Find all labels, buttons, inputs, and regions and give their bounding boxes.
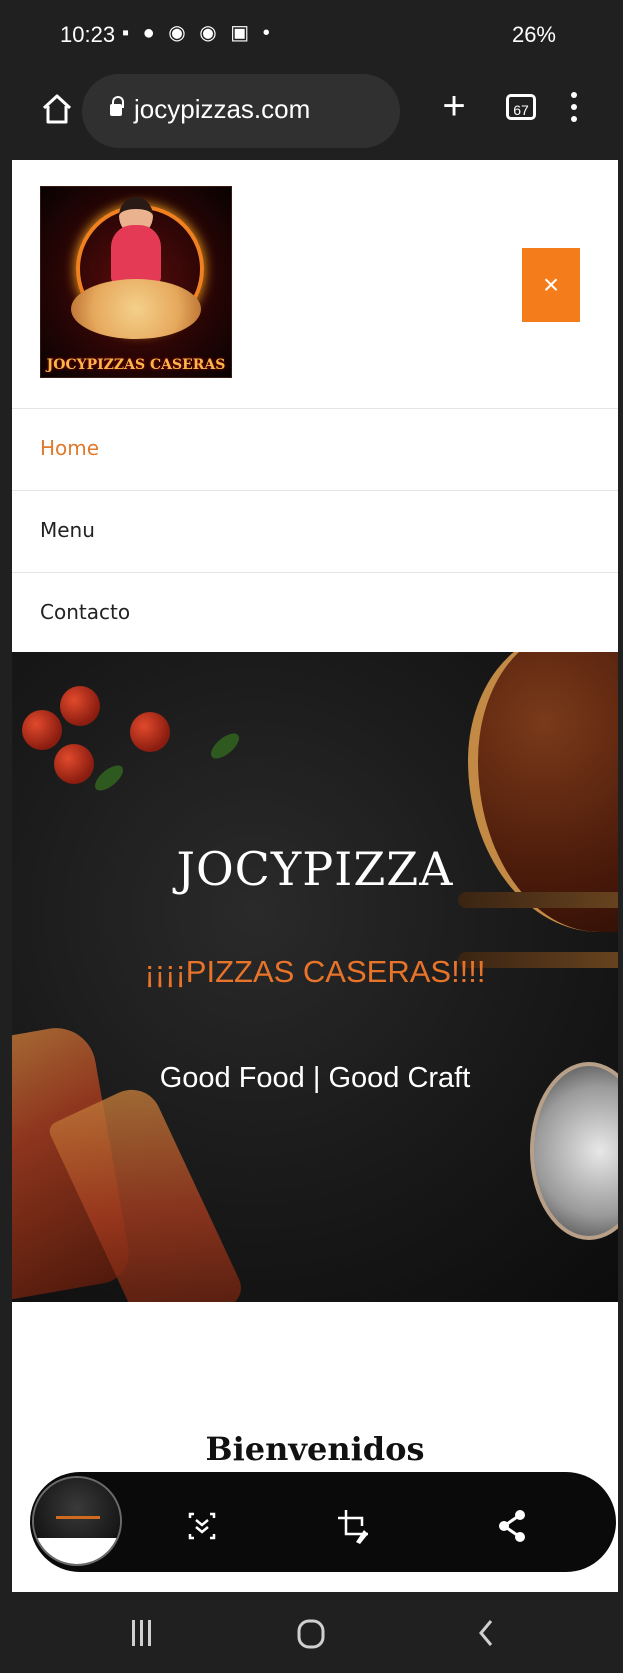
back-icon[interactable] bbox=[476, 1618, 496, 1648]
hero-subtitle: ¡¡¡¡PIZZAS CASERAS!!!! bbox=[144, 954, 486, 989]
tab-switcher-button[interactable]: 67 bbox=[506, 94, 536, 120]
nav-item-contacto[interactable]: Contacto bbox=[40, 600, 130, 624]
hero-tagline: Good Food | Good Craft bbox=[159, 1062, 471, 1094]
site-logo[interactable]: JOCYPIZZAS CASERAS bbox=[40, 186, 232, 378]
hero-title: JOCYPIZZA bbox=[176, 842, 454, 896]
scroll-capture-icon[interactable] bbox=[182, 1506, 222, 1546]
home-icon[interactable] bbox=[40, 92, 74, 126]
thumbnail-preview-bottom bbox=[34, 1538, 120, 1564]
tomato-decoration bbox=[54, 744, 94, 784]
nav-divider bbox=[12, 572, 618, 573]
site-header: JOCYPIZZAS CASERAS × bbox=[12, 160, 618, 400]
recent-apps-icon[interactable] bbox=[130, 1618, 154, 1648]
tomato-decoration bbox=[60, 686, 100, 726]
status-bar: 10:23 ▪ ● ◉ ◉ ▣ • 26% bbox=[12, 0, 618, 72]
share-icon[interactable] bbox=[492, 1506, 532, 1546]
phone-screen: 10:23 ▪ ● ◉ ◉ ▣ • 26% jocypizzas.com + 6… bbox=[12, 0, 618, 1673]
thumbnail-preview bbox=[34, 1478, 120, 1539]
nav-item-menu[interactable]: Menu bbox=[40, 518, 95, 542]
status-time: 10:23 bbox=[60, 22, 116, 47]
welcome-heading: Bienvenidos bbox=[205, 1430, 425, 1468]
tomato-decoration bbox=[22, 710, 62, 750]
new-tab-icon[interactable]: + bbox=[434, 86, 474, 126]
close-menu-button[interactable]: × bbox=[522, 248, 580, 322]
crop-edit-icon[interactable] bbox=[334, 1506, 374, 1546]
hero-banner: JOCYPIZZA ¡¡¡¡PIZZAS CASERAS!!!! Good Fo… bbox=[12, 652, 618, 1302]
logo-pizza bbox=[71, 279, 201, 339]
thumbnail-line bbox=[56, 1516, 100, 1519]
url-text[interactable]: jocypizzas.com bbox=[134, 94, 310, 125]
lock-icon bbox=[110, 104, 122, 116]
nav-divider bbox=[12, 408, 618, 409]
more-menu-icon[interactable] bbox=[570, 92, 578, 126]
basil-decoration bbox=[206, 728, 244, 764]
logo-girl bbox=[111, 225, 161, 285]
home-nav-icon[interactable] bbox=[296, 1618, 326, 1650]
basil-decoration bbox=[90, 760, 128, 796]
battery-percent: 26% bbox=[511, 22, 556, 47]
tomato-decoration bbox=[130, 712, 170, 752]
notification-icons: ▪ ● ◉ ◉ ▣ • bbox=[122, 22, 274, 44]
nav-divider bbox=[12, 490, 618, 491]
nav-item-home[interactable]: Home bbox=[40, 436, 99, 460]
screenshot-thumbnail[interactable] bbox=[32, 1476, 122, 1566]
logo-caption: JOCYPIZZAS CASERAS bbox=[46, 357, 226, 373]
